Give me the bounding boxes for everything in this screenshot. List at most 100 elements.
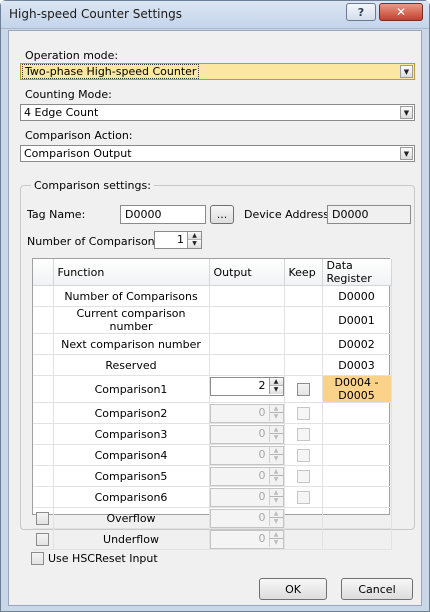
ok-button[interactable]: OK bbox=[259, 578, 327, 600]
close-button[interactable]: ✕ bbox=[379, 3, 423, 21]
output-stepper: 0 ▲ ▼ bbox=[209, 509, 284, 528]
table-row: Comparison6 0 ▲ ▼ bbox=[33, 486, 392, 508]
keep-checkbox[interactable] bbox=[296, 382, 310, 396]
chevron-down-icon: ▼ bbox=[269, 455, 283, 463]
table-row: Comparison1 2 ▲ ▼ D0004 - D0005 bbox=[33, 375, 392, 403]
output-value: 0 bbox=[258, 511, 266, 524]
chevron-down-icon: ▼ bbox=[269, 539, 283, 547]
comparison-settings-title: Comparison settings: bbox=[31, 179, 154, 192]
function-cell: Comparison3 bbox=[53, 423, 210, 445]
data-register-cell bbox=[322, 402, 392, 424]
window-title: High-speed Counter Settings bbox=[9, 7, 182, 21]
table-row: Next comparison number D0002 bbox=[33, 333, 392, 355]
comparison-action-select[interactable]: Comparison Output ▼ bbox=[20, 145, 415, 162]
chevron-up-icon: ▲ bbox=[269, 405, 283, 413]
chevron-up-icon[interactable]: ▲ bbox=[188, 232, 201, 240]
tag-name-label: Tag Name: bbox=[27, 208, 86, 221]
counting-mode-select[interactable]: 4 Edge Count ▼ bbox=[20, 104, 415, 121]
table-row: Comparison3 0 ▲ ▼ bbox=[33, 423, 392, 445]
function-cell: Underflow bbox=[53, 528, 210, 550]
output-value: 0 bbox=[258, 406, 266, 419]
chevron-down-icon[interactable]: ▼ bbox=[188, 240, 201, 248]
function-cell: Overflow bbox=[53, 507, 210, 529]
output-value: 0 bbox=[258, 448, 266, 461]
chevron-down-icon[interactable]: ▼ bbox=[269, 386, 283, 394]
output-stepper: 0 ▲ ▼ bbox=[209, 425, 284, 444]
row-select-checkbox[interactable] bbox=[36, 532, 50, 546]
table-header-row: Function Output Keep Data Register bbox=[33, 259, 392, 286]
keep-checkbox bbox=[296, 427, 310, 441]
output-stepper: 0 ▲ ▼ bbox=[209, 488, 284, 507]
use-hsc-reset-checkbox[interactable] bbox=[31, 552, 44, 565]
function-cell: Comparison5 bbox=[53, 465, 210, 487]
output-stepper: 0 ▲ ▼ bbox=[209, 404, 284, 423]
header-output: Output bbox=[209, 259, 285, 286]
output-value: 2 bbox=[258, 379, 266, 392]
num-comparisons-label: Number of Comparisons: bbox=[27, 235, 165, 248]
data-register-cell bbox=[322, 486, 392, 508]
comparison-table: Function Output Keep Data Register Numbe… bbox=[32, 258, 392, 550]
keep-checkbox bbox=[296, 469, 310, 483]
chevron-down-icon[interactable]: ▼ bbox=[400, 147, 413, 160]
table-row: Underflow 0 ▲ ▼ bbox=[33, 528, 392, 550]
chevron-down-icon[interactable]: ▼ bbox=[400, 106, 413, 119]
use-hsc-reset-label: Use HSCReset Input bbox=[48, 552, 158, 565]
chevron-down-icon: ▼ bbox=[269, 518, 283, 526]
table-row: Comparison5 0 ▲ ▼ bbox=[33, 465, 392, 487]
header-data-register: Data Register bbox=[322, 259, 392, 286]
data-register-cell bbox=[322, 528, 392, 550]
function-cell: Reserved bbox=[53, 354, 210, 376]
function-cell: Number of Comparisons bbox=[53, 285, 210, 307]
data-register-cell: D0001 bbox=[322, 306, 392, 334]
help-button[interactable]: ? bbox=[346, 3, 376, 21]
output-value: 0 bbox=[258, 469, 266, 482]
row-select-checkbox[interactable] bbox=[36, 511, 50, 525]
title-bar: High-speed Counter Settings ? ✕ bbox=[1, 1, 429, 29]
chevron-up-icon: ▲ bbox=[269, 510, 283, 518]
table-row: Number of Comparisons D0000 bbox=[33, 285, 392, 307]
data-register-cell: D0002 bbox=[322, 333, 392, 355]
output-stepper[interactable]: 2 ▲ ▼ bbox=[209, 377, 284, 396]
device-address-label: Device Address: bbox=[244, 208, 333, 221]
chevron-down-icon: ▼ bbox=[269, 434, 283, 442]
comparison-action-label: Comparison Action: bbox=[25, 129, 133, 142]
num-comparisons-value: 1 bbox=[177, 233, 184, 246]
chevron-down-icon: ▼ bbox=[269, 497, 283, 505]
chevron-up-icon: ▲ bbox=[269, 468, 283, 476]
chevron-up-icon[interactable]: ▲ bbox=[269, 378, 283, 386]
data-register-cell: D0000 bbox=[322, 285, 392, 307]
cancel-button[interactable]: Cancel bbox=[341, 578, 413, 600]
output-stepper: 0 ▲ ▼ bbox=[209, 467, 284, 486]
operation-mode-value: Two-phase High-speed Counter bbox=[21, 64, 200, 79]
output-value: 0 bbox=[258, 427, 266, 440]
data-register-cell: D0004 - D0005 bbox=[322, 375, 392, 403]
chevron-up-icon: ▲ bbox=[269, 531, 283, 539]
chevron-up-icon: ▲ bbox=[269, 447, 283, 455]
counting-mode-label: Counting Mode: bbox=[25, 88, 112, 101]
browse-button[interactable]: ... bbox=[210, 205, 234, 224]
header-select bbox=[33, 259, 54, 286]
function-cell: Next comparison number bbox=[53, 333, 210, 355]
table-row: Comparison2 0 ▲ ▼ bbox=[33, 402, 392, 424]
num-comparisons-stepper[interactable]: 1 ▲ ▼ bbox=[154, 231, 202, 249]
data-register-cell bbox=[322, 423, 392, 445]
keep-checkbox bbox=[296, 490, 310, 504]
operation-mode-select[interactable]: Two-phase High-speed Counter ▼ bbox=[20, 63, 415, 80]
operation-mode-label: Operation mode: bbox=[25, 49, 119, 62]
chevron-down-icon: ▼ bbox=[269, 476, 283, 484]
device-address-field: D0000 bbox=[327, 205, 411, 224]
comparison-action-value: Comparison Output bbox=[24, 147, 132, 160]
output-stepper: 0 ▲ ▼ bbox=[209, 446, 284, 465]
table-row: Comparison4 0 ▲ ▼ bbox=[33, 444, 392, 466]
help-icon: ? bbox=[357, 5, 365, 19]
tag-name-input[interactable]: D0000 bbox=[120, 205, 206, 224]
data-register-cell bbox=[322, 444, 392, 466]
chevron-up-icon: ▲ bbox=[269, 489, 283, 497]
close-icon: ✕ bbox=[395, 5, 407, 19]
chevron-down-icon: ▼ bbox=[269, 413, 283, 421]
chevron-down-icon[interactable]: ▼ bbox=[400, 65, 413, 78]
header-keep: Keep bbox=[284, 259, 323, 286]
function-cell: Comparison2 bbox=[53, 402, 210, 424]
function-cell: Comparison6 bbox=[53, 486, 210, 508]
keep-checkbox bbox=[296, 448, 310, 462]
